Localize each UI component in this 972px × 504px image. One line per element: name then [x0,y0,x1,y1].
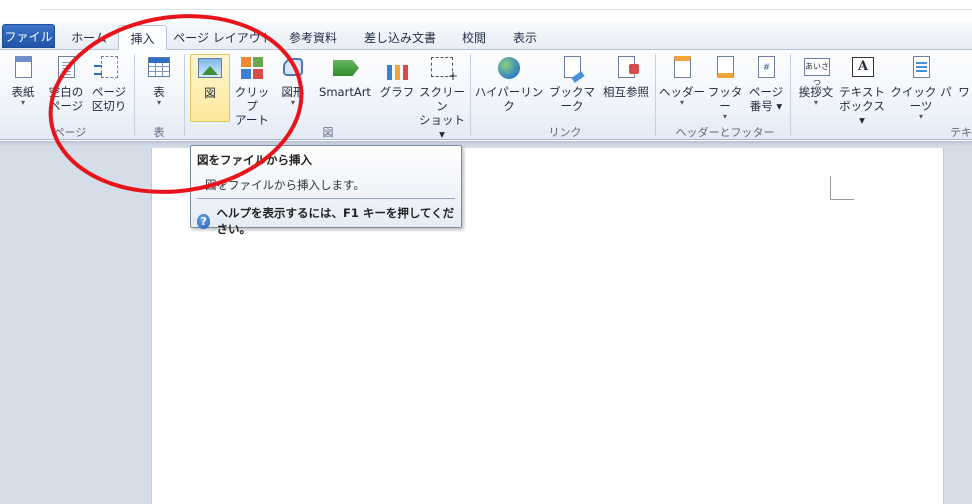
red-annotation-circle [48,14,304,194]
